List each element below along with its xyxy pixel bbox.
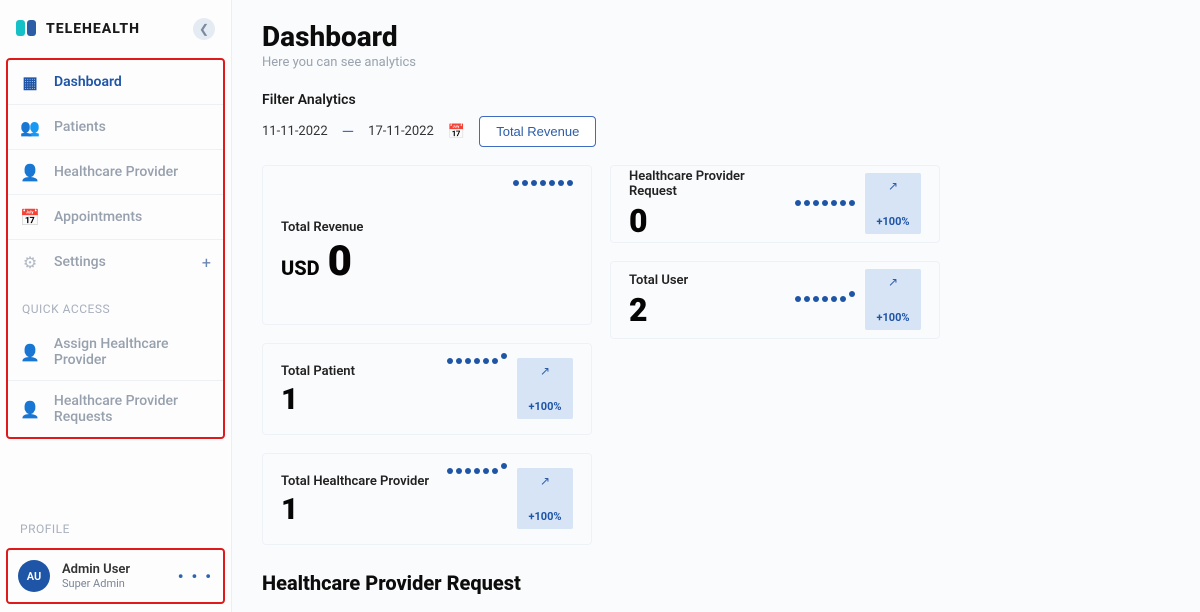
calendar-icon: 📅	[20, 207, 40, 227]
sparkline-icon	[447, 468, 507, 474]
trend-up-icon: ↗	[888, 275, 898, 289]
sidebar-item-assign-provider[interactable]: 👤 Assign Healthcare Provider	[8, 324, 223, 381]
sidebar-item-provider[interactable]: 👤 Healthcare Provider	[8, 150, 223, 195]
patients-icon: 👥	[20, 117, 40, 137]
card-hcp-request: Healthcare Provider Request 0 ↗ +100%	[610, 165, 940, 243]
nav-highlight-box: ▦ Dashboard 👥 Patients 👤 Healthcare Prov…	[6, 58, 225, 439]
quick-access-label: QUICK ACCESS	[8, 284, 223, 324]
sidebar-item-label: Assign Healthcare Provider	[54, 336, 211, 368]
sidebar-item-label: Healthcare Provider	[54, 164, 178, 180]
trend-value: +100%	[876, 311, 909, 324]
card-label: Total Revenue	[281, 220, 573, 235]
profile-role: Super Admin	[62, 577, 130, 590]
date-to[interactable]: 17-11-2022	[368, 124, 434, 139]
primary-nav: ▦ Dashboard 👥 Patients 👤 Healthcare Prov…	[8, 60, 223, 284]
logo-icon	[16, 20, 38, 38]
profile-card[interactable]: AU Admin User Super Admin • • •	[6, 548, 225, 604]
trend-value: +100%	[876, 215, 909, 228]
page-subtitle: Here you can see analytics	[262, 55, 1170, 70]
card-total-user: Total User 2 ↗ +100%	[610, 261, 940, 339]
gear-icon: ⚙	[20, 252, 40, 272]
sidebar-item-dashboard[interactable]: ▦ Dashboard	[8, 60, 223, 105]
trend-badge: ↗ +100%	[517, 358, 573, 419]
card-total-patient: Total Patient 1 ↗ +100%	[262, 343, 592, 435]
date-separator: —	[342, 122, 355, 141]
sidebar-item-label: Healthcare Provider Requests	[54, 393, 211, 425]
currency-unit: USD	[281, 256, 320, 280]
hcp-request-section-title: Healthcare Provider Request	[262, 571, 1170, 595]
cards-row: Total Revenue USD 0 Total Patient 1 ↗ +1…	[262, 165, 1170, 545]
chevron-left-icon: ❮	[199, 22, 209, 36]
trend-up-icon: ↗	[540, 474, 550, 488]
card-label: Total User	[629, 273, 795, 288]
filter-label: Filter Analytics	[262, 92, 1170, 108]
main-content: Dashboard Here you can see analytics Fil…	[232, 0, 1200, 612]
collapse-sidebar-button[interactable]: ❮	[193, 18, 215, 40]
sidebar-item-label: Dashboard	[54, 74, 122, 90]
profile-label: PROFILE	[6, 504, 225, 544]
assign-icon: 👤	[20, 342, 40, 362]
trend-badge: ↗ +100%	[517, 468, 573, 529]
sidebar-item-label: Patients	[54, 119, 106, 135]
profile-name: Admin User	[62, 562, 130, 577]
requests-icon: 👤	[20, 399, 40, 419]
brand-name: TELEHEALTH	[46, 21, 140, 37]
sidebar-item-patients[interactable]: 👥 Patients	[8, 105, 223, 150]
quick-access-nav: 👤 Assign Healthcare Provider 👤 Healthcar…	[8, 324, 223, 437]
provider-icon: 👤	[20, 162, 40, 182]
calendar-picker-icon[interactable]: 📅	[448, 124, 465, 140]
sidebar-item-provider-requests[interactable]: 👤 Healthcare Provider Requests	[8, 381, 223, 437]
trend-up-icon: ↗	[888, 179, 898, 193]
hcp-value: 1	[281, 495, 437, 525]
sidebar-item-settings[interactable]: ⚙ Settings +	[8, 240, 223, 284]
avatar: AU	[18, 560, 50, 592]
trend-value: +100%	[528, 510, 561, 523]
trend-badge: ↗ +100%	[865, 173, 921, 234]
sidebar-item-label: Settings	[54, 254, 106, 270]
sparkline-icon	[795, 296, 855, 302]
card-label: Total Patient	[281, 364, 437, 379]
sidebar-item-label: Appointments	[54, 209, 142, 225]
sparkline-icon	[795, 200, 855, 206]
patient-value: 1	[281, 385, 437, 415]
user-value: 2	[629, 294, 795, 326]
sparkline-icon	[447, 358, 507, 364]
profile-text: Admin User Super Admin	[62, 562, 130, 590]
card-total-hcp: Total Healthcare Provider 1 ↗ +100%	[262, 453, 592, 545]
sidebar: TELEHEALTH ❮ ▦ Dashboard 👥 Patients 👤 He…	[0, 0, 232, 612]
card-label: Healthcare Provider Request	[629, 169, 795, 199]
sparkline-icon	[513, 180, 573, 186]
sidebar-item-appointments[interactable]: 📅 Appointments	[8, 195, 223, 240]
trend-up-icon: ↗	[540, 364, 550, 378]
dashboard-icon: ▦	[20, 72, 40, 92]
filter-controls: 11-11-2022 — 17-11-2022 📅 Total Revenue	[262, 116, 1170, 147]
card-total-revenue: Total Revenue USD 0	[262, 165, 592, 325]
revenue-value: 0	[328, 241, 351, 283]
trend-value: +100%	[528, 400, 561, 413]
hcp-request-value: 0	[629, 205, 795, 237]
add-settings-icon[interactable]: +	[202, 253, 211, 272]
trend-badge: ↗ +100%	[865, 269, 921, 330]
profile-menu-button[interactable]: • • •	[178, 567, 213, 586]
card-label: Total Healthcare Provider	[281, 474, 437, 489]
logo-row: TELEHEALTH ❮	[0, 12, 231, 58]
date-from[interactable]: 11-11-2022	[262, 124, 328, 139]
page-title: Dashboard	[262, 20, 1170, 53]
filter-row: Filter Analytics 11-11-2022 — 17-11-2022…	[262, 92, 1170, 147]
total-revenue-filter-button[interactable]: Total Revenue	[479, 116, 596, 147]
